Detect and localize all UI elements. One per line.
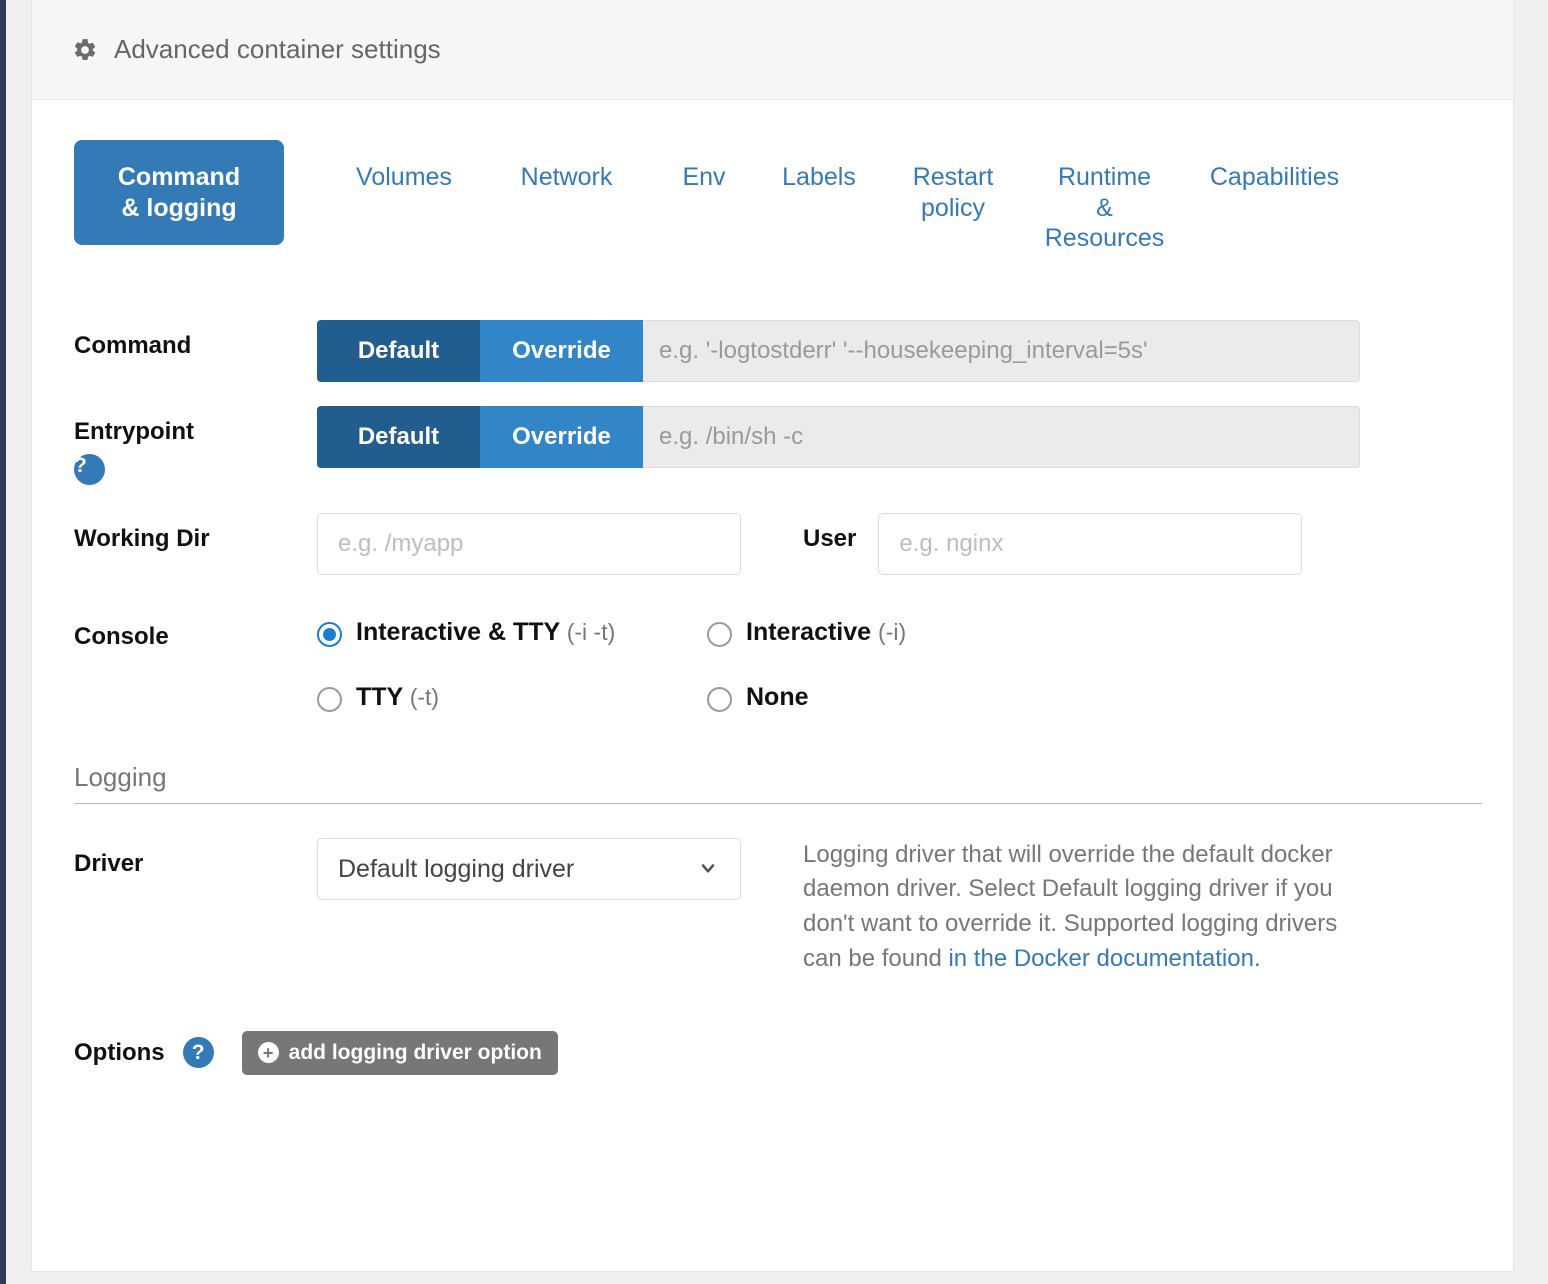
entrypoint-override-button[interactable]: Override xyxy=(480,405,643,468)
console-option-none-label: None xyxy=(746,683,809,711)
tab-runtime-and-resources[interactable]: Runtime & Resources xyxy=(1027,140,1182,276)
radio-icon-tty[interactable] xyxy=(317,687,342,712)
options-label: Options xyxy=(74,1038,165,1066)
panel-body: Command & logging Volumes Network Env La… xyxy=(32,100,1513,1075)
options-help-icon[interactable]: ? xyxy=(182,1037,214,1069)
page-root: Advanced container settings Command & lo… xyxy=(0,0,1548,1284)
add-logging-driver-option-button[interactable]: + add logging driver option xyxy=(241,1030,558,1075)
tab-restart-policy[interactable]: Restart policy xyxy=(879,140,1027,245)
driver-help-text: Logging driver that will override the de… xyxy=(803,838,1363,977)
console-radio-line-2: TTY (-t) None xyxy=(317,680,1357,716)
console-radio-line-1: Interactive & TTY (-i -t) Interactive (-… xyxy=(317,615,1357,651)
entrypoint-label: Entrypoint xyxy=(74,417,194,445)
docker-documentation-link[interactable]: in the Docker documentation. xyxy=(948,945,1260,972)
entrypoint-help-icon[interactable]: ? xyxy=(74,453,105,485)
console-option-interactive-tty[interactable]: Interactive & TTY (-i -t) xyxy=(317,615,707,651)
panel-header: Advanced container settings xyxy=(32,0,1513,100)
working-dir-input[interactable] xyxy=(317,512,741,575)
command-field-group: Default Override xyxy=(317,319,1360,382)
console-option-tty[interactable]: TTY (-t) xyxy=(317,680,707,716)
tab-labels[interactable]: Labels xyxy=(759,140,879,215)
command-override-button[interactable]: Override xyxy=(480,319,643,382)
command-label: Command xyxy=(74,331,192,359)
console-label: Console xyxy=(74,622,169,650)
radio-icon-interactive-tty[interactable] xyxy=(317,621,342,647)
settings-tabs: Command & logging Volumes Network Env La… xyxy=(74,140,1471,276)
logging-section-header: Logging xyxy=(74,762,1482,804)
entrypoint-default-button[interactable]: Default xyxy=(317,405,480,468)
logging-section-title: Logging xyxy=(74,761,167,792)
driver-label: Driver xyxy=(74,849,144,877)
command-row: Command Default Override xyxy=(74,319,1471,382)
plus-circle-icon: + xyxy=(257,1042,279,1064)
driver-row: Driver Default logging driver Logging dr… xyxy=(74,837,1471,977)
page-title: Advanced container settings xyxy=(114,34,441,64)
command-logging-form: Command Default Override Entrypoint ? De… xyxy=(74,319,1482,1075)
entrypoint-field-group: Default Override xyxy=(317,405,1360,468)
driver-select-wrap: Default logging driver xyxy=(317,837,741,900)
console-option-tty-label: TTY (-t) xyxy=(356,683,440,711)
working-dir-user-row: Working Dir User xyxy=(74,512,1471,575)
app-sidebar-edge xyxy=(0,0,6,1284)
tab-command-and-logging[interactable]: Command & logging xyxy=(74,140,284,245)
advanced-container-settings-panel: Advanced container settings Command & lo… xyxy=(31,0,1514,1272)
add-logging-driver-option-label: add logging driver option xyxy=(288,1040,542,1064)
user-input[interactable] xyxy=(878,512,1303,575)
tab-env[interactable]: Env xyxy=(649,140,759,215)
console-row: Console Interactive & TTY (-i -t) Intera… xyxy=(74,611,1471,716)
command-input[interactable] xyxy=(643,319,1360,382)
working-dir-label: Working Dir xyxy=(74,524,210,552)
entrypoint-input[interactable] xyxy=(643,405,1360,468)
user-label: User xyxy=(803,524,857,552)
entrypoint-label-wrap: Entrypoint ? xyxy=(74,406,317,485)
console-option-interactive-label: Interactive (-i) xyxy=(746,617,907,646)
console-option-none[interactable]: None xyxy=(707,680,809,716)
tab-network[interactable]: Network xyxy=(484,140,649,215)
console-option-interactive[interactable]: Interactive (-i) xyxy=(707,615,906,651)
tab-capabilities[interactable]: Capabilities xyxy=(1182,140,1367,215)
tab-volumes[interactable]: Volumes xyxy=(324,140,484,215)
logging-options-row: Options ? + add logging driver option xyxy=(74,1030,1471,1075)
console-option-interactive-tty-label: Interactive & TTY (-i -t) xyxy=(356,617,616,646)
gear-icon xyxy=(72,37,98,63)
radio-icon-interactive[interactable] xyxy=(707,621,732,647)
radio-icon-none[interactable] xyxy=(707,687,732,712)
command-default-button[interactable]: Default xyxy=(317,319,480,382)
console-radio-group: Interactive & TTY (-i -t) Interactive (-… xyxy=(317,611,1357,716)
entrypoint-row: Entrypoint ? Default Override xyxy=(74,405,1471,485)
driver-select[interactable]: Default logging driver xyxy=(317,837,741,900)
